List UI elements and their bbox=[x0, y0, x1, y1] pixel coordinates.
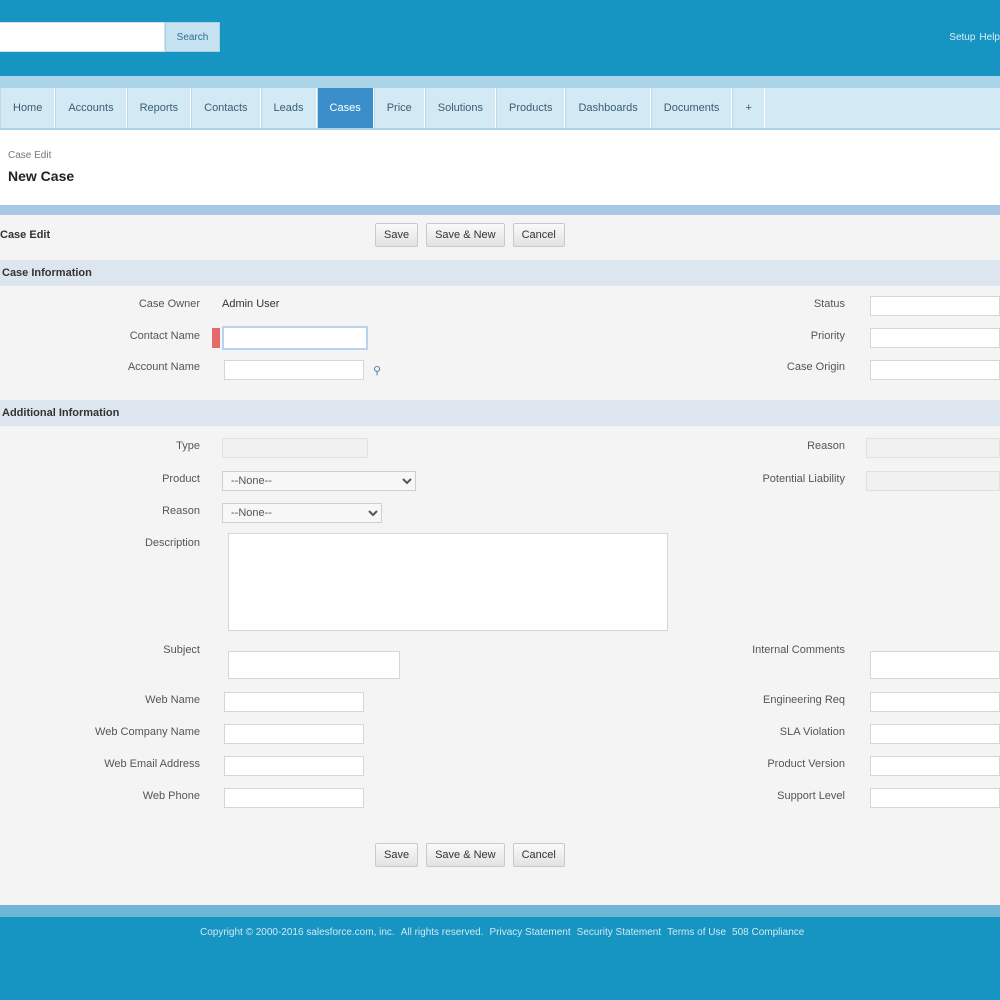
tab-reports[interactable]: Reports bbox=[126, 88, 192, 128]
tab-list: Home Accounts Reports Contacts Leads Cases Pri… bbox=[0, 88, 1000, 128]
footer-link[interactable]: Privacy Statement bbox=[490, 927, 571, 938]
web-name-input[interactable] bbox=[224, 692, 364, 712]
setup-link[interactable]: Setup bbox=[949, 32, 975, 43]
web-email-input[interactable] bbox=[224, 756, 364, 776]
engineering-req-input[interactable] bbox=[870, 692, 1000, 712]
page-header: Case Edit New Case bbox=[0, 130, 1000, 208]
status-input[interactable] bbox=[870, 296, 1000, 316]
cancel-button[interactable]: Cancel bbox=[512, 223, 565, 247]
breadcrumb: Case Edit bbox=[8, 150, 52, 161]
web-phone-label: Web Phone bbox=[142, 790, 200, 802]
section-case-information: Case Information bbox=[0, 260, 1000, 286]
contact-name-input[interactable] bbox=[222, 326, 368, 350]
tab-solutions[interactable]: Solutions bbox=[424, 88, 497, 128]
bottom-button-bar: Save Save & New Cancel bbox=[0, 838, 1000, 872]
footer-link[interactable]: Copyright © 2000-2016 salesforce.com, in… bbox=[200, 927, 395, 938]
type-label: Type bbox=[176, 440, 200, 452]
tab-home[interactable]: Home bbox=[0, 88, 56, 128]
reason-top-label: Reason bbox=[807, 440, 845, 452]
product-select[interactable]: --None-- bbox=[222, 471, 416, 491]
main-content: Case Edit New Case Case Edit Save Save &… bbox=[0, 130, 1000, 905]
internal-comments-label: Internal Comments bbox=[752, 644, 845, 656]
web-phone-input[interactable] bbox=[224, 788, 364, 808]
internal-comments-input[interactable] bbox=[870, 651, 1000, 679]
engineering-req-label: Engineering Req bbox=[763, 694, 845, 706]
contact-name-label: Contact Name bbox=[129, 330, 200, 342]
product-version-label: Product Version bbox=[767, 758, 845, 770]
web-email-label: Web Email Address bbox=[104, 758, 200, 770]
top-button-bar: Case Edit Save Save & New Cancel bbox=[0, 218, 1000, 252]
description-textarea[interactable] bbox=[228, 533, 668, 631]
potential-liability-field bbox=[866, 471, 1000, 491]
reason-label: Reason bbox=[162, 505, 200, 517]
priority-input[interactable] bbox=[870, 328, 1000, 348]
tab-price[interactable]: Price bbox=[373, 88, 425, 128]
support-level-input[interactable] bbox=[870, 788, 1000, 808]
case-origin-label: Case Origin bbox=[786, 361, 845, 373]
account-name-input[interactable] bbox=[224, 360, 364, 380]
case-origin-input[interactable] bbox=[870, 360, 1000, 380]
case-owner-label: Case Owner bbox=[138, 298, 200, 310]
global-search: Search bbox=[0, 22, 220, 52]
tab-documents[interactable]: Documents bbox=[650, 88, 733, 128]
tab-accounts[interactable]: Accounts bbox=[55, 88, 127, 128]
footer-link[interactable]: Security Statement bbox=[577, 927, 661, 938]
reason-readonly-field bbox=[866, 438, 1000, 458]
app-footer: Copyright © 2000-2016 salesforce.com, in… bbox=[0, 917, 1000, 1000]
app-header: Search Setup Help bbox=[0, 0, 1000, 76]
product-label: Product bbox=[162, 473, 200, 485]
required-indicator bbox=[212, 328, 220, 348]
reason-select[interactable]: --None-- bbox=[222, 503, 382, 523]
web-company-label: Web Company Name bbox=[95, 726, 200, 738]
save-button[interactable]: Save bbox=[375, 223, 419, 247]
header-links: Setup Help bbox=[918, 30, 1000, 44]
description-label: Description bbox=[144, 537, 200, 549]
search-button[interactable]: Search bbox=[165, 22, 220, 52]
subject-label: Subject bbox=[163, 644, 200, 656]
save-new-button[interactable]: Save & New bbox=[426, 223, 505, 247]
subject-input[interactable] bbox=[228, 651, 400, 679]
product-version-input[interactable] bbox=[870, 756, 1000, 776]
type-readonly-field bbox=[222, 438, 368, 458]
status-label: Status bbox=[813, 298, 845, 310]
tab-all-tabs[interactable]: + bbox=[732, 88, 765, 128]
sla-violation-input[interactable] bbox=[870, 724, 1000, 744]
footer-link[interactable]: All rights reserved. bbox=[401, 927, 484, 938]
section-additional-information: Additional Information bbox=[0, 400, 1000, 426]
account-name-label: Account Name bbox=[127, 361, 200, 373]
page-title: New Case bbox=[8, 168, 75, 184]
web-company-input[interactable] bbox=[224, 724, 364, 744]
sla-violation-label: SLA Violation bbox=[779, 726, 845, 738]
case-owner-value: Admin User bbox=[222, 298, 280, 310]
footer-link[interactable]: 508 Compliance bbox=[732, 927, 804, 938]
footer-link[interactable]: Terms of Use bbox=[667, 927, 726, 938]
save-button-bottom[interactable]: Save bbox=[375, 843, 419, 867]
tab-products[interactable]: Products bbox=[496, 88, 566, 128]
web-name-label: Web Name bbox=[145, 694, 200, 706]
footer-links: Copyright © 2000-2016 salesforce.com, in… bbox=[200, 923, 1000, 941]
search-input[interactable] bbox=[0, 22, 165, 52]
tab-bar: Home Accounts Reports Contacts Leads Cases Pri… bbox=[0, 76, 1000, 130]
save-new-button-bottom[interactable]: Save & New bbox=[426, 843, 505, 867]
lookup-icon[interactable]: ⚲ bbox=[370, 363, 384, 377]
footer-divider bbox=[0, 905, 1000, 917]
tab-leads[interactable]: Leads bbox=[260, 88, 317, 128]
tab-contacts[interactable]: Contacts bbox=[191, 88, 261, 128]
potential-liability-label: Potential Liability bbox=[762, 473, 845, 485]
priority-label: Priority bbox=[810, 330, 845, 342]
support-level-label: Support Level bbox=[777, 790, 845, 802]
tab-cases[interactable]: Cases bbox=[316, 88, 374, 128]
title-divider bbox=[0, 205, 1000, 215]
cancel-button-bottom[interactable]: Cancel bbox=[512, 843, 565, 867]
tab-dashboards[interactable]: Dashboards bbox=[565, 88, 651, 128]
edit-title: Case Edit bbox=[0, 229, 51, 241]
help-link[interactable]: Help bbox=[979, 32, 1000, 43]
